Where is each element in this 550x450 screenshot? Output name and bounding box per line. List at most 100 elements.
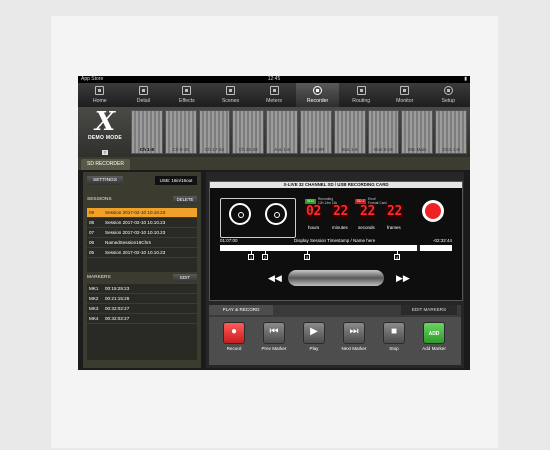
sessions-list: 09 Session 2017-02-10 10.10.23 08 Session 2… xyxy=(87,208,197,272)
bank-label: Aux 1-8 xyxy=(274,147,290,152)
session-row[interactable]: 08 Session 2017-02-10 10.10.23 xyxy=(87,218,197,227)
record-indicator-icon[interactable] xyxy=(422,200,444,222)
left-panel: SETTINGS USB: 16in/16out SESSIONS DELETE… xyxy=(83,172,201,368)
control-label: Record xyxy=(226,346,242,351)
stop-icon-glyph: ■ xyxy=(390,326,398,337)
scenes-icon xyxy=(225,86,235,95)
prev-marker-icon-glyph: ⏮ xyxy=(269,326,279,337)
stop-button[interactable]: ■ Stop xyxy=(375,322,413,351)
tab-sd-recorder[interactable]: SD RECORDER xyxy=(81,159,130,170)
next-marker-icon: ⏭ xyxy=(343,322,365,344)
timecode-minutes: 22 xyxy=(332,204,350,219)
tab-setup[interactable]: Setup xyxy=(427,83,471,107)
recorder-icon xyxy=(313,86,323,95)
marker-flag[interactable]: 3 xyxy=(304,254,310,260)
marker-row[interactable]: MK4 00:32:02:27 xyxy=(87,314,197,323)
session-row-value: NamedSession16Chrs xyxy=(105,240,151,245)
tab-meters[interactable]: Meters xyxy=(252,83,296,107)
tab-home[interactable]: Home xyxy=(78,83,122,107)
bank-button[interactable]: Ch 1-8 xyxy=(131,110,163,154)
marker-flag[interactable]: 4 xyxy=(394,254,400,260)
ipad-screen: App Store 12:45 ▮ Home Detail Effects Scene… xyxy=(78,76,470,370)
bank-button[interactable]: Bus 1-8 xyxy=(333,110,366,154)
session-row-number: 06 xyxy=(89,240,95,245)
session-row[interactable]: 09 Session 2017-02-10 10.10.23 xyxy=(87,208,197,217)
play-icon: ▶ xyxy=(303,322,325,344)
marker-flag[interactable]: 1 xyxy=(248,254,254,260)
marker-row-number: MK1 xyxy=(89,286,99,291)
sessions-title: SESSIONS xyxy=(87,197,112,202)
x-live-logo: X DEMO MODE T xyxy=(81,109,129,155)
playback-progress-bar[interactable] xyxy=(220,245,452,251)
session-row-value: Session 2017-02-10 10.10.23 xyxy=(105,230,166,235)
bank-selector: Ch 1-8 Ch 9-16 Ch 17-24 Ch 25-32 Aux 1-8 FX 1… xyxy=(131,110,467,154)
detail-icon xyxy=(138,86,148,95)
add-marker-button[interactable]: ADD Add Marker xyxy=(415,322,453,351)
record-icon-glyph: ● xyxy=(230,326,238,337)
bank-button[interactable]: Mtx Main xyxy=(401,110,434,154)
main-nav: Home Detail Effects Scenes Meters Recorder Rou… xyxy=(78,83,470,108)
bank-button[interactable]: Aux 1-8 xyxy=(266,110,298,154)
rewind-icon[interactable]: ◀◀ xyxy=(268,273,282,283)
tab-play-record[interactable]: PLAY & RECORD xyxy=(209,305,273,315)
bank-label: Ch 17-24 xyxy=(205,147,224,152)
tab-detail[interactable]: Detail xyxy=(122,83,166,107)
session-row[interactable]: 06 NamedSession16Chrs xyxy=(87,238,197,247)
control-label: Next Marker xyxy=(341,346,367,351)
demo-badge: T xyxy=(102,150,108,155)
next-marker-button[interactable]: ⏭ Next Marker xyxy=(335,322,373,351)
marker-row[interactable]: MK3 00:32:02:27 xyxy=(87,304,197,313)
marker-row-number: MK3 xyxy=(89,306,99,311)
marker-flag[interactable]: 2 xyxy=(262,254,268,260)
session-name: Display Session Timestamp / Name here xyxy=(294,238,376,243)
status-time: 12:45 xyxy=(267,76,281,82)
session-row-number: 09 xyxy=(89,210,95,215)
record-button[interactable]: ● Record xyxy=(215,322,253,351)
list-empty-space xyxy=(87,258,197,272)
delete-button[interactable]: DELETE xyxy=(173,196,197,204)
play-button[interactable]: ▶ Play xyxy=(295,322,333,351)
marker-row-value: 00:21:15:28 xyxy=(105,296,130,301)
fast-forward-icon[interactable]: ▶▶ xyxy=(396,273,410,283)
transport-controls: ● Record ⏮ Prev Marker ▶ Play ⏭ Next Marker ■ Sto… xyxy=(209,317,461,365)
bank-label: Ch 25-32 xyxy=(238,147,258,152)
bank-button[interactable]: Ch 17-24 xyxy=(198,110,231,154)
tab-edit-markers[interactable]: EDIT MARKERS xyxy=(401,305,457,315)
marker-row[interactable]: MK2 00:21:15:28 xyxy=(87,294,197,303)
card-title: X-LIVE 32 CHANNEL SD / USB RECORDING CAR… xyxy=(210,182,462,188)
marker-row[interactable]: MK1 00:15:25:23 xyxy=(87,284,197,293)
tab-scenes[interactable]: Scenes xyxy=(209,83,253,107)
bank-button[interactable]: Ch 9-16 xyxy=(164,110,197,154)
add-marker-icon-glyph: ADD xyxy=(428,331,440,337)
jog-wheel[interactable] xyxy=(288,270,384,286)
left-reel-icon xyxy=(229,203,251,225)
sessions-header: SESSIONS DELETE xyxy=(87,196,197,204)
settings-button[interactable]: SETTINGS xyxy=(87,176,123,185)
seconds-label: seconds xyxy=(358,225,375,230)
prev-marker-button[interactable]: ⏮ Prev Marker xyxy=(255,322,293,351)
hours-label: hours xyxy=(308,225,320,230)
tab-effects[interactable]: Effects xyxy=(165,83,209,107)
tab-routing[interactable]: Routing xyxy=(339,83,383,107)
right-reel-icon xyxy=(265,203,287,225)
control-label: Stop xyxy=(389,346,399,351)
list-empty-space xyxy=(87,324,197,360)
play-icon-glyph: ▶ xyxy=(310,326,318,337)
markers-list: MK1 00:15:25:23 MK2 00:21:15:28 MK3 00:32:02:… xyxy=(87,284,197,360)
bank-button[interactable]: Bus 9-16 xyxy=(367,110,400,154)
bank-button[interactable]: Ch 25-32 xyxy=(232,110,265,154)
session-row[interactable]: 07 Session 2017-02-10 10.10.23 xyxy=(87,228,197,237)
tab-monitor[interactable]: Monitor xyxy=(383,83,427,107)
session-row-value: Session 2017-02-10 10.10.23 xyxy=(105,250,166,255)
timecode-hours: 02 xyxy=(305,204,323,219)
tab-recorder[interactable]: Recorder xyxy=(295,83,340,107)
usb-config-display[interactable]: USB: 16in/16out xyxy=(155,176,197,185)
bank-button[interactable]: DCA 1-8 xyxy=(435,110,467,154)
bank-label: DCA 1-8 xyxy=(442,147,460,152)
edit-markers-button[interactable]: EDIT xyxy=(173,274,197,282)
elapsed-time: 01:07:00 xyxy=(220,238,238,243)
bank-button[interactable]: FX 1-8R xyxy=(299,110,332,154)
recording-card-display: X-LIVE 32 CHANNEL SD / USB RECORDING CAR… xyxy=(209,181,463,301)
demo-mode-label: DEMO MODE xyxy=(87,135,123,141)
session-row[interactable]: 05 Session 2017-02-10 10.10.23 xyxy=(87,248,197,257)
